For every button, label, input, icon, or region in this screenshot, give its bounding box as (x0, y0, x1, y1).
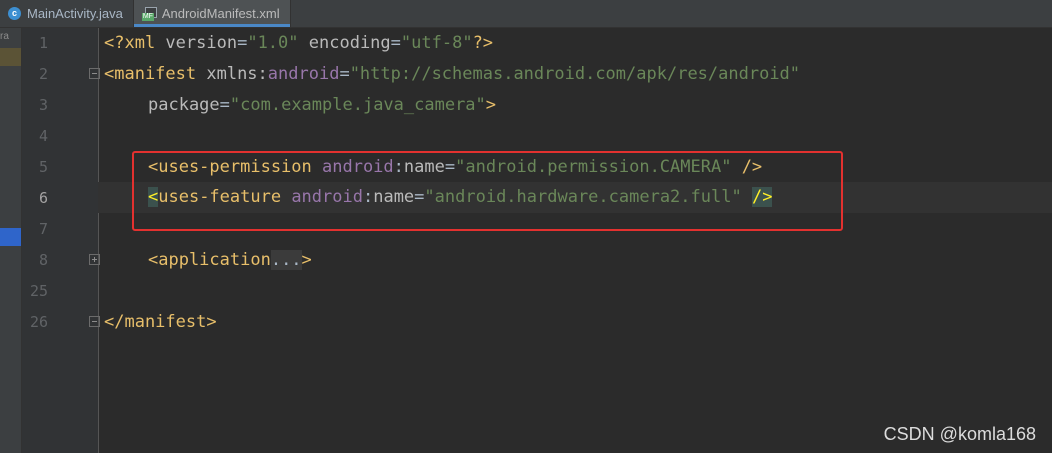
namespace-android: android (267, 64, 340, 84)
value-encoding: "utf-8" (400, 33, 473, 53)
line-number: 26 (29, 313, 48, 331)
attr-xmlns: xmlns: (206, 64, 268, 84)
equals: = (219, 95, 230, 115)
attr-encoding: encoding (308, 33, 391, 53)
project-panel-text: ra (0, 31, 9, 42)
code-line-2[interactable]: <manifest xmlns:android="http://schemas.… (104, 59, 800, 90)
equals: = (339, 64, 350, 84)
tab-main-activity[interactable]: c MainActivity.java (0, 0, 134, 27)
project-panel-selection (0, 48, 21, 66)
fold-expand-icon[interactable] (89, 254, 100, 265)
value-package: "com.example.java_camera" (229, 95, 486, 115)
code-line-3[interactable]: package="com.example.java_camera"> (148, 90, 496, 121)
folded-region[interactable]: ... (270, 250, 302, 270)
tag-close: > (485, 95, 497, 115)
equals: = (237, 33, 248, 53)
xml-declaration-close: ?> (472, 33, 494, 53)
java-class-icon: c (8, 7, 21, 20)
manifest-file-icon: MF (141, 6, 157, 21)
attr-package: package (148, 95, 220, 115)
tag-close: > (301, 250, 312, 270)
editor-tab-bar: c MainActivity.java MF AndroidManifest.x… (0, 0, 1052, 28)
application-tag: <application (148, 250, 271, 270)
line-number: 25 (29, 282, 48, 300)
tab-android-manifest[interactable]: MF AndroidManifest.xml (133, 0, 291, 27)
value-version: "1.0" (247, 33, 299, 53)
highlight-annotation-box (132, 151, 843, 231)
manifest-close-tag: </manifest> (104, 312, 217, 332)
line-number: 8 (38, 251, 48, 269)
project-panel-selected-item[interactable] (0, 228, 21, 246)
line-number: 1 (38, 34, 48, 52)
fold-collapse-icon[interactable] (89, 316, 100, 327)
fold-collapse-icon[interactable] (89, 68, 100, 79)
line-number: 5 (38, 158, 48, 176)
watermark: CSDN @komla168 (883, 424, 1036, 444)
tab-label: MainActivity.java (27, 6, 123, 21)
code-line-26[interactable]: </manifest> (104, 307, 217, 338)
equals: = (390, 33, 401, 53)
attr-version: version (165, 33, 238, 53)
line-number: 6 (38, 189, 48, 207)
line-number: 7 (38, 220, 48, 238)
tab-label: AndroidManifest.xml (161, 6, 280, 21)
manifest-open-tag: <manifest (104, 64, 207, 84)
code-line-8[interactable]: <application...> (148, 245, 312, 276)
line-number: 2 (38, 65, 48, 83)
project-panel-strip[interactable]: ra (0, 28, 22, 453)
line-number: 3 (38, 96, 48, 114)
code-line-1[interactable]: <?xml version="1.0" encoding="utf-8"?> (104, 28, 493, 59)
xml-declaration-open: <?xml (104, 33, 166, 53)
value-xmlns: "http://schemas.android.com/apk/res/andr… (349, 64, 801, 84)
line-number: 4 (38, 127, 48, 145)
